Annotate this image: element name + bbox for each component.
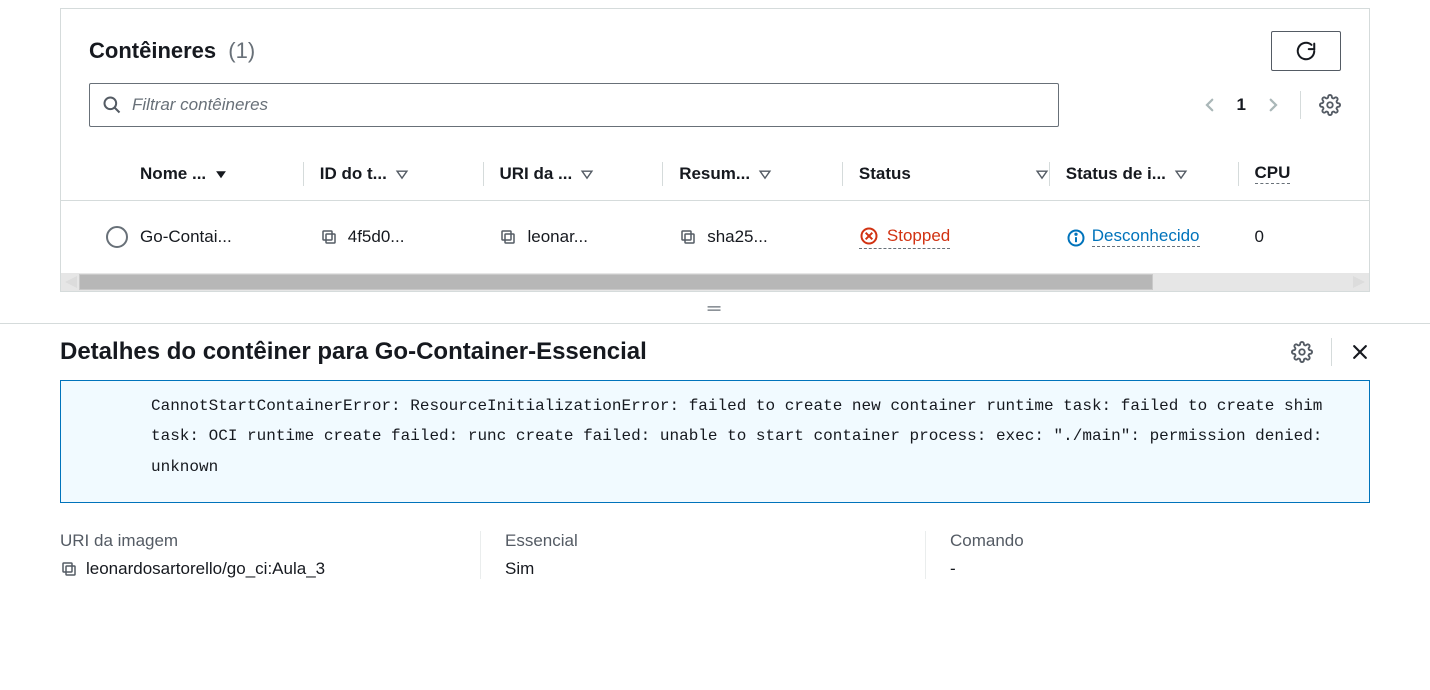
col-id-label: ID do t... xyxy=(320,164,387,184)
search-wrapper xyxy=(89,83,1059,127)
copy-icon[interactable] xyxy=(679,228,697,246)
details-header: Detalhes do contêiner para Go-Container-… xyxy=(60,324,1370,380)
info-circle-icon xyxy=(1066,228,1086,248)
details-title: Detalhes do contêiner para Go-Container-… xyxy=(60,338,647,366)
col-uri[interactable]: URI da ... xyxy=(499,164,662,184)
details-panel: Detalhes do contêiner para Go-Container-… xyxy=(0,323,1430,579)
error-message-box: CannotStartContainerError: ResourceIniti… xyxy=(60,380,1370,503)
detail-col-command: Comando - xyxy=(925,531,1370,579)
containers-table: Nome ... ID do t... URI da ... xyxy=(61,147,1369,273)
filter-row: 1 xyxy=(61,83,1369,147)
col-image-status[interactable]: Status de i... xyxy=(1066,164,1238,184)
col-name[interactable]: Nome ... xyxy=(140,164,303,184)
cell-name-text: Go-Contai... xyxy=(140,227,232,247)
detail-columns: URI da imagem leonardosartorello/go_ci:A… xyxy=(60,531,1370,579)
detail-essential-value: Sim xyxy=(505,559,534,579)
cell-uri: leonar... xyxy=(499,227,662,247)
copy-icon[interactable] xyxy=(60,560,78,578)
panel-title-text: Contêineres xyxy=(89,38,216,63)
detail-col-uri: URI da imagem leonardosartorello/go_ci:A… xyxy=(60,531,480,579)
cell-id-text: 4f5d0... xyxy=(348,227,405,247)
error-circle-icon xyxy=(859,226,879,246)
detail-uri-value: leonardosartorello/go_ci:Aula_3 xyxy=(86,559,325,579)
containers-panel: Contêineres (1) xyxy=(60,8,1370,292)
sort-icon xyxy=(580,167,594,181)
next-page-button[interactable] xyxy=(1264,96,1282,114)
detail-essential-label: Essencial xyxy=(505,531,901,551)
cell-image-status-text: Desconhecido xyxy=(1092,226,1200,247)
col-cpu[interactable]: CPU xyxy=(1255,163,1345,184)
col-summary-label: Resum... xyxy=(679,164,750,184)
col-id[interactable]: ID do t... xyxy=(320,164,483,184)
cell-id: 4f5d0... xyxy=(320,227,483,247)
col-summary[interactable]: Resum... xyxy=(679,164,842,184)
refresh-button[interactable] xyxy=(1271,31,1341,71)
pager: 1 xyxy=(1201,91,1341,119)
col-uri-label: URI da ... xyxy=(499,164,572,184)
cell-uri-text: leonar... xyxy=(527,227,588,247)
detail-uri-label: URI da imagem xyxy=(60,531,456,551)
table-header-row: Nome ... ID do t... URI da ... xyxy=(61,147,1369,201)
close-button[interactable] xyxy=(1350,342,1370,362)
panel-title: Contêineres (1) xyxy=(89,38,255,64)
row-select-radio[interactable] xyxy=(106,226,128,248)
cell-status: Stopped xyxy=(859,226,1049,249)
sort-desc-icon xyxy=(214,167,228,181)
sort-icon xyxy=(1174,167,1188,181)
detail-command-value: - xyxy=(950,559,956,579)
details-settings-button[interactable] xyxy=(1291,341,1313,363)
sort-icon xyxy=(758,167,772,181)
col-image-status-label: Status de i... xyxy=(1066,164,1166,184)
cell-summary: sha25... xyxy=(679,227,842,247)
cell-cpu-text: 0 xyxy=(1255,227,1264,247)
panel-title-count: (1) xyxy=(228,38,255,63)
cell-summary-text: sha25... xyxy=(707,227,768,247)
scrollbar-thumb[interactable] xyxy=(79,274,1153,290)
refresh-icon xyxy=(1295,40,1317,62)
cell-name: Go-Contai... xyxy=(140,227,303,247)
col-status[interactable]: Status xyxy=(859,164,1049,184)
detail-col-essential: Essencial Sim xyxy=(480,531,925,579)
table-row[interactable]: Go-Contai... 4f5d0... xyxy=(61,201,1369,273)
col-cpu-label: CPU xyxy=(1255,163,1291,184)
error-message-text: CannotStartContainerError: ResourceIniti… xyxy=(151,397,1322,476)
cell-status-text: Stopped xyxy=(887,226,950,246)
pager-divider xyxy=(1300,91,1301,119)
containers-panel-header: Contêineres (1) xyxy=(61,9,1369,83)
page-number: 1 xyxy=(1237,95,1246,115)
sort-icon xyxy=(395,167,409,181)
splitter-handle[interactable]: ═ xyxy=(0,292,1430,323)
search-icon xyxy=(102,95,122,115)
copy-icon[interactable] xyxy=(499,228,517,246)
search-input[interactable] xyxy=(132,95,1046,115)
detail-command-label: Comando xyxy=(950,531,1346,551)
cell-image-status: Desconhecido xyxy=(1066,226,1238,248)
horizontal-scrollbar[interactable] xyxy=(61,273,1369,291)
col-name-label: Nome ... xyxy=(140,164,206,184)
copy-icon[interactable] xyxy=(320,228,338,246)
prev-page-button[interactable] xyxy=(1201,96,1219,114)
cell-cpu: 0 xyxy=(1255,227,1345,247)
table-settings-button[interactable] xyxy=(1319,94,1341,116)
sort-icon xyxy=(1035,167,1049,181)
col-status-label: Status xyxy=(859,164,911,184)
actions-divider xyxy=(1331,338,1332,366)
